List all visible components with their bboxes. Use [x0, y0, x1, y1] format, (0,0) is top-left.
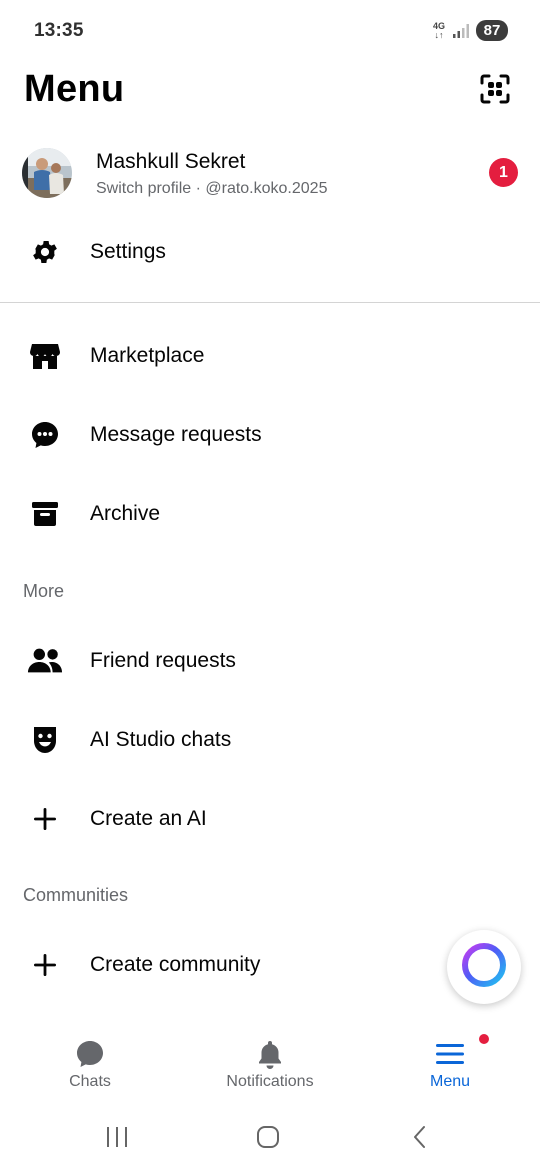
back-chevron-icon [410, 1125, 430, 1154]
status-bar: 13:35 4G ↓↑ 87 [0, 0, 540, 62]
tab-menu[interactable]: Menu [360, 1028, 540, 1106]
store-icon [27, 338, 63, 374]
create-community-label: Create community [90, 953, 261, 976]
marketplace-label: Marketplace [90, 344, 205, 367]
profile-name: Mashkull Sekret [96, 150, 246, 173]
section-header-communities: Communities [23, 885, 129, 905]
system-nav-bar [0, 1110, 540, 1170]
friend-requests-item[interactable]: Friend requests [0, 631, 540, 691]
meta-ai-button[interactable] [447, 930, 521, 1004]
recent-apps-button[interactable] [97, 1124, 137, 1154]
profile-subtitle: Switch profile · @rato.koko.2025 [96, 180, 328, 197]
ai-studio-chats-label: AI Studio chats [90, 728, 232, 751]
chat-bubble-icon [75, 1038, 105, 1070]
friend-requests-label: Friend requests [90, 649, 236, 672]
create-ai-item[interactable]: Create an AI [0, 789, 540, 849]
qr-code-icon [480, 74, 510, 109]
profile-notification-badge: 1 [489, 158, 518, 187]
message-requests-label: Message requests [90, 423, 262, 446]
signal-icon [453, 23, 469, 38]
tab-menu-label: Menu [429, 1073, 471, 1090]
section-divider [0, 302, 540, 303]
plus-icon [27, 801, 63, 837]
tab-chats-label: Chats [69, 1073, 111, 1090]
bell-icon [256, 1038, 284, 1070]
avatar [22, 148, 72, 198]
hamburger-menu-icon [435, 1032, 491, 1070]
plus-icon [27, 947, 63, 983]
tab-notifications[interactable]: Notifications [180, 1028, 360, 1106]
page-title: Menu [24, 68, 125, 110]
status-time: 13:35 [34, 20, 84, 41]
home-icon [256, 1125, 280, 1154]
archive-label: Archive [90, 502, 161, 525]
archive-box-icon [27, 496, 63, 532]
bottom-nav: Chats Notifications Menu [0, 1028, 540, 1106]
chat-bubble-dots-icon [27, 417, 63, 453]
network-type: 4G ↓↑ [432, 20, 445, 40]
archive-item[interactable]: Archive [0, 484, 540, 544]
message-requests-item[interactable]: Message requests [0, 405, 540, 465]
meta-ai-ring-icon [459, 940, 509, 995]
recent-apps-icon [105, 1126, 129, 1153]
marketplace-item[interactable]: Marketplace [0, 326, 540, 386]
battery-indicator: 87 [476, 20, 508, 41]
ai-studio-chats-item[interactable]: AI Studio chats [0, 710, 540, 770]
settings-item[interactable]: Settings [0, 222, 540, 282]
status-indicators: 4G ↓↑ 87 [432, 20, 508, 41]
home-button[interactable] [248, 1124, 288, 1154]
menu-notification-dot [477, 1032, 491, 1046]
people-icon [27, 643, 63, 679]
qr-code-button[interactable] [474, 70, 516, 112]
tab-chats[interactable]: Chats [0, 1028, 180, 1106]
profile-switcher[interactable]: Mashkull Sekret Switch profile · @rato.k… [0, 140, 540, 206]
back-button[interactable] [400, 1124, 440, 1154]
tab-notifications-label: Notifications [226, 1073, 314, 1090]
section-header-more: More [23, 581, 65, 601]
gear-icon [27, 234, 63, 270]
create-ai-label: Create an AI [90, 807, 207, 830]
settings-label: Settings [90, 240, 166, 263]
ai-mask-icon [27, 722, 63, 758]
